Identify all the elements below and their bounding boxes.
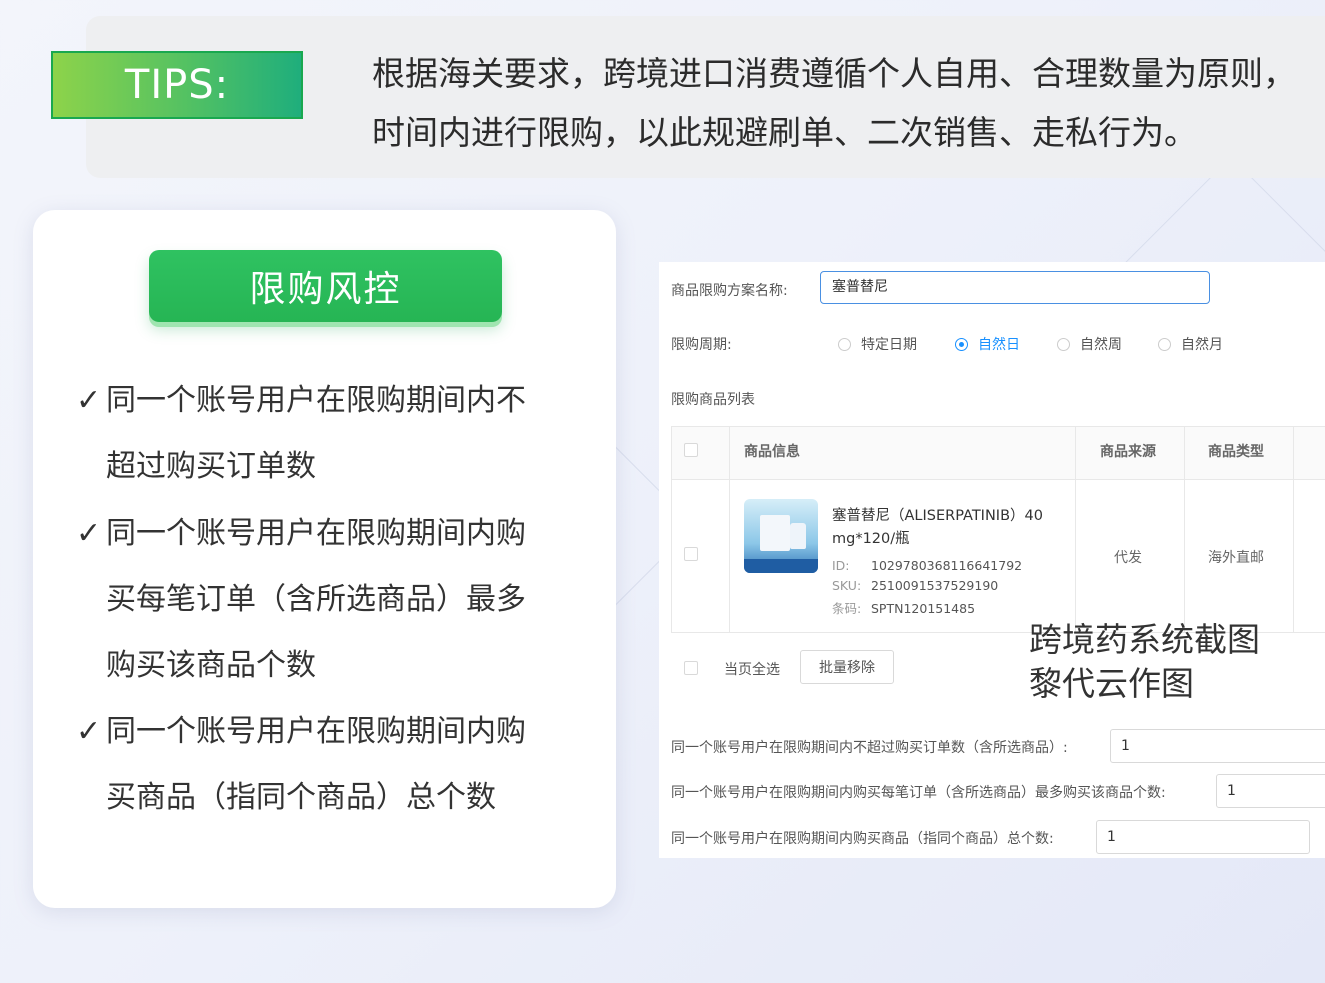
radio-natural-day[interactable]: 自然日 — [955, 334, 1020, 354]
column-header-source: 商品来源 — [1100, 444, 1156, 460]
limit-label-total-quantity: 同一个账号用户在限购期间内购买商品（指同个商品）总个数: — [671, 831, 1054, 847]
product-sku-value: 2510091537529190 — [871, 578, 999, 593]
rule-item: ✓ 同一个账号用户在限购期间内购 买每笔订单（含所选商品）最多 购买该商品个数 — [76, 501, 576, 699]
radio-circle-icon — [1057, 337, 1070, 351]
header-checkbox[interactable] — [684, 443, 698, 457]
tips-badge: TIPS: — [51, 51, 303, 119]
caption-text: 跨境药系统截图 黎代云作图 — [1029, 618, 1260, 706]
plan-name-label: 商品限购方案名称: — [671, 283, 788, 299]
radio-label: 自然周 — [1080, 337, 1122, 353]
radio-circle-icon — [1158, 337, 1171, 351]
radio-specific-date[interactable]: 特定日期 — [838, 334, 917, 354]
product-band-shape — [744, 559, 818, 573]
rule-line: 超过购买订单数 — [106, 449, 316, 484]
plan-name-input[interactable]: 塞普替尼 — [820, 271, 1210, 304]
product-id-key: ID: — [832, 558, 850, 573]
column-header-type: 商品类型 — [1208, 444, 1264, 460]
product-name: 塞普替尼（ALISERPATINIB）40 mg*120/瓶 — [832, 508, 1043, 547]
rule-line: 购买该商品个数 — [106, 648, 316, 683]
column-divider — [1075, 427, 1076, 632]
product-sku-key: SKU: — [832, 578, 862, 593]
radio-natural-month[interactable]: 自然月 — [1158, 334, 1223, 354]
rule-item: ✓ 同一个账号用户在限购期间内不 超过购买订单数 — [76, 368, 576, 500]
caption-line-1: 跨境药系统截图 — [1029, 620, 1260, 659]
column-divider — [729, 427, 730, 632]
check-icon: ✓ — [76, 714, 102, 749]
column-divider — [1293, 427, 1294, 632]
check-icon: ✓ — [76, 516, 102, 551]
column-header-product-info: 商品信息 — [744, 444, 800, 460]
rule-line: 买商品（指同个商品）总个数 — [106, 780, 496, 815]
row-checkbox[interactable] — [684, 547, 698, 561]
rule-line: 买每笔订单（含所选商品）最多 — [106, 582, 526, 617]
period-label: 限购周期: — [671, 337, 732, 353]
limit-input-total-quantity[interactable]: 1 — [1096, 820, 1310, 854]
radio-label: 自然日 — [978, 337, 1020, 353]
column-divider — [1184, 427, 1185, 632]
tips-line-1: 根据海关要求，跨境进口消费遵循个人自用、合理数量为原则， — [372, 54, 1296, 93]
card-title: 限购风控 — [149, 250, 502, 322]
product-bottle-shape — [790, 523, 806, 549]
product-barcode-value: SPTN120151485 — [871, 601, 976, 616]
batch-remove-button[interactable]: 批量移除 — [800, 650, 894, 684]
rule-item: ✓ 同一个账号用户在限购期间内购 买商品（指同个商品）总个数 — [76, 699, 576, 831]
product-sku: SKU: 2510091537529190 — [832, 578, 998, 593]
product-type: 海外直邮 — [1208, 550, 1264, 566]
limit-input-order-count[interactable]: 1 — [1110, 729, 1325, 763]
caption-line-2: 黎代云作图 — [1029, 664, 1194, 703]
product-image — [744, 499, 818, 573]
radio-natural-week[interactable]: 自然周 — [1057, 334, 1122, 354]
product-barcode: 条码: SPTN120151485 — [832, 598, 975, 617]
select-all-checkbox[interactable] — [684, 661, 698, 675]
radio-selected-icon — [955, 337, 968, 351]
tips-text: 根据海关要求，跨境进口消费遵循个人自用、合理数量为原则， 时间内进行限购，以此规… — [372, 44, 1325, 162]
product-barcode-key: 条码: — [832, 601, 862, 616]
product-box-shape — [760, 515, 790, 551]
rule-line: 同一个账号用户在限购期间内购 — [106, 714, 526, 749]
check-icon: ✓ — [76, 383, 102, 418]
limit-label-per-order: 同一个账号用户在限购期间内购买每笔订单（含所选商品）最多购买该商品个数: — [671, 785, 1166, 801]
select-all-label[interactable]: 当页全选 — [724, 659, 780, 679]
limit-label-order-count: 同一个账号用户在限购期间内不超过购买订单数（含所选商品）: — [671, 740, 1068, 756]
tips-line-2: 时间内进行限购，以此规避刷单、二次销售、走私行为。 — [372, 113, 1197, 152]
limit-input-per-order[interactable]: 1 — [1216, 774, 1325, 808]
radio-label: 自然月 — [1181, 337, 1223, 353]
product-id-value: 1029780368116641792 — [871, 558, 1023, 573]
product-id: ID: 1029780368116641792 — [832, 558, 1022, 573]
radio-label: 特定日期 — [861, 337, 917, 353]
product-source: 代发 — [1114, 550, 1142, 566]
radio-circle-icon — [838, 337, 851, 351]
rule-line: 同一个账号用户在限购期间内不 — [106, 383, 526, 418]
product-list-label: 限购商品列表 — [671, 392, 755, 408]
rule-line: 同一个账号用户在限购期间内购 — [106, 516, 526, 551]
